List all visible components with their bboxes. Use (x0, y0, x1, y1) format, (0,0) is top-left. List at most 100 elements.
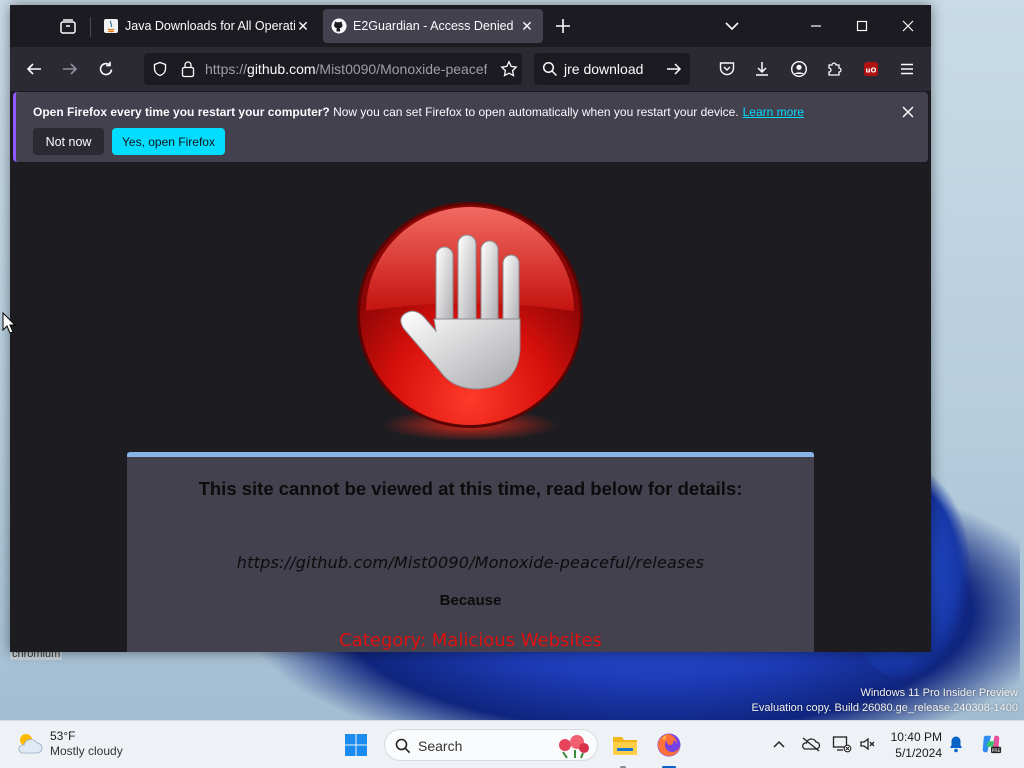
tab-close-icon[interactable]: ✕ (295, 18, 311, 35)
folder-icon (613, 737, 637, 755)
tab-close-icon[interactable]: ✕ (519, 18, 535, 35)
cloud-offline-icon (802, 737, 821, 752)
partly-cloudy-icon (18, 734, 43, 754)
start-button[interactable] (342, 731, 370, 759)
plus-icon (556, 19, 570, 33)
show-hidden-icons-button[interactable] (768, 733, 790, 755)
tab-access-denied[interactable]: E2Guardian - Access Denied ✕ (323, 9, 543, 43)
reload-button[interactable] (94, 57, 118, 81)
tab-title: Java Downloads for All Operating Systems (125, 19, 295, 33)
windows-watermark: Windows 11 Pro Insider Preview Evaluatio… (752, 686, 1018, 716)
mouse-cursor-icon (2, 312, 16, 334)
weather-temperature: 53°F (50, 729, 76, 743)
file-explorer-button[interactable] (611, 731, 639, 759)
chevron-up-icon (773, 740, 785, 748)
taskbar-search-label: Search (418, 738, 463, 754)
url-path: /Mist0090/Monoxide-peaceful/releases (315, 61, 487, 77)
not-now-button[interactable]: Not now (33, 128, 104, 155)
hamburger-menu-icon (901, 63, 913, 75)
copilot-icon: PRE (982, 735, 1002, 754)
clock-date: 5/1/2024 (895, 746, 942, 760)
block-category: Category: Malicious Websites (339, 630, 602, 651)
blocked-url: https://github.com/Mist0090/Monoxide-pea… (236, 553, 705, 572)
volume-button[interactable] (857, 733, 879, 755)
minimize-button[interactable] (805, 15, 827, 37)
search-bar[interactable]: jre download (534, 53, 690, 85)
minimize-icon (811, 25, 821, 27)
app-menu-button[interactable] (895, 57, 919, 81)
watermark-line2: Evaluation copy. Build 26080.ge_release.… (751, 702, 1018, 714)
url-text[interactable]: https://github.com/Mist0090/Monoxide-pea… (205, 61, 487, 77)
ublock-icon: uO (864, 62, 878, 76)
weather-widget[interactable]: 53°F Mostly cloudy (14, 729, 123, 759)
onedrive-button[interactable] (800, 733, 822, 755)
extensions-button[interactable] (823, 57, 847, 81)
search-icon (542, 61, 558, 77)
block-details-panel: This site cannot be viewed at this time,… (127, 452, 814, 652)
url-prefix: https:// (205, 61, 248, 77)
learn-more-link[interactable]: Learn more (743, 105, 804, 119)
network-button[interactable] (831, 733, 853, 755)
back-button[interactable] (22, 57, 46, 81)
forward-button[interactable] (58, 57, 82, 81)
clock-time: 10:40 PM (890, 730, 942, 744)
block-heading: This site cannot be viewed at this time,… (198, 478, 743, 499)
ublock-origin-button[interactable]: uO (859, 57, 883, 81)
system-clock[interactable]: 10:40 PM 5/1/2024 (886, 729, 942, 761)
watermark-line1: Windows 11 Pro Insider Preview (860, 687, 1018, 699)
svg-text:uO: uO (866, 67, 877, 75)
github-icon (331, 18, 347, 34)
tab-title: E2Guardian - Access Denied (353, 19, 514, 33)
notification-message: Open Firefox every time you restart your… (33, 105, 804, 119)
close-icon (902, 20, 914, 32)
notification-title: Open Firefox every time you restart your… (33, 105, 330, 119)
maximize-button[interactable] (851, 15, 873, 37)
yes-open-firefox-button[interactable]: Yes, open Firefox (112, 128, 225, 155)
java-icon (104, 19, 118, 33)
taskbar-search-box[interactable]: Search (384, 729, 598, 761)
firefox-icon (657, 733, 681, 757)
notifications-button[interactable] (945, 733, 967, 755)
stop-hand-icon (357, 202, 583, 441)
pocket-button[interactable] (715, 57, 739, 81)
download-icon (756, 62, 768, 76)
new-tab-button[interactable] (553, 16, 573, 36)
bookmark-star-icon[interactable] (500, 60, 518, 78)
tab-strip: Java Downloads for All Operating Systems… (10, 5, 931, 47)
downloads-button[interactable] (750, 57, 774, 81)
back-arrow-icon (26, 63, 41, 75)
firefox-taskbar-button[interactable] (655, 731, 683, 759)
account-icon (790, 60, 808, 78)
close-window-button[interactable] (897, 15, 919, 37)
search-highlight-flowers-icon (559, 735, 589, 759)
notification-text: Now you can set Firefox to open automati… (329, 105, 739, 119)
page-content: This site cannot be viewed at this time,… (10, 163, 931, 652)
tab-separator (90, 17, 91, 37)
windows-logo-icon (345, 734, 367, 756)
search-go-arrow-icon[interactable] (666, 61, 682, 77)
bell-icon (950, 736, 962, 753)
list-all-tabs-button[interactable] (724, 18, 740, 34)
close-notification-icon[interactable] (900, 104, 916, 120)
svg-text:PRE: PRE (992, 748, 1001, 754)
puzzle-piece-icon (828, 62, 842, 76)
default-browser-notification: Open Firefox every time you restart your… (13, 92, 928, 162)
shield-icon[interactable] (152, 61, 168, 77)
search-icon (395, 738, 411, 754)
forward-arrow-icon (63, 63, 78, 75)
lock-icon[interactable] (180, 60, 196, 78)
firefox-view-button[interactable] (57, 15, 79, 37)
search-query: jre download (564, 61, 644, 77)
network-disconnected-icon (832, 736, 852, 753)
address-bar[interactable]: https://github.com/Mist0090/Monoxide-pea… (144, 53, 522, 85)
copilot-button[interactable]: PRE (980, 733, 1002, 755)
tab-java-downloads[interactable]: Java Downloads for All Operating Systems… (95, 9, 319, 43)
pocket-icon (719, 62, 735, 76)
firefox-window: Java Downloads for All Operating Systems… (10, 5, 931, 652)
firefox-view-icon (60, 19, 76, 34)
url-host: github.com (247, 61, 316, 77)
weather-description: Mostly cloudy (50, 744, 123, 758)
reload-icon (99, 61, 113, 76)
maximize-icon (856, 20, 868, 32)
account-button[interactable] (787, 57, 811, 81)
